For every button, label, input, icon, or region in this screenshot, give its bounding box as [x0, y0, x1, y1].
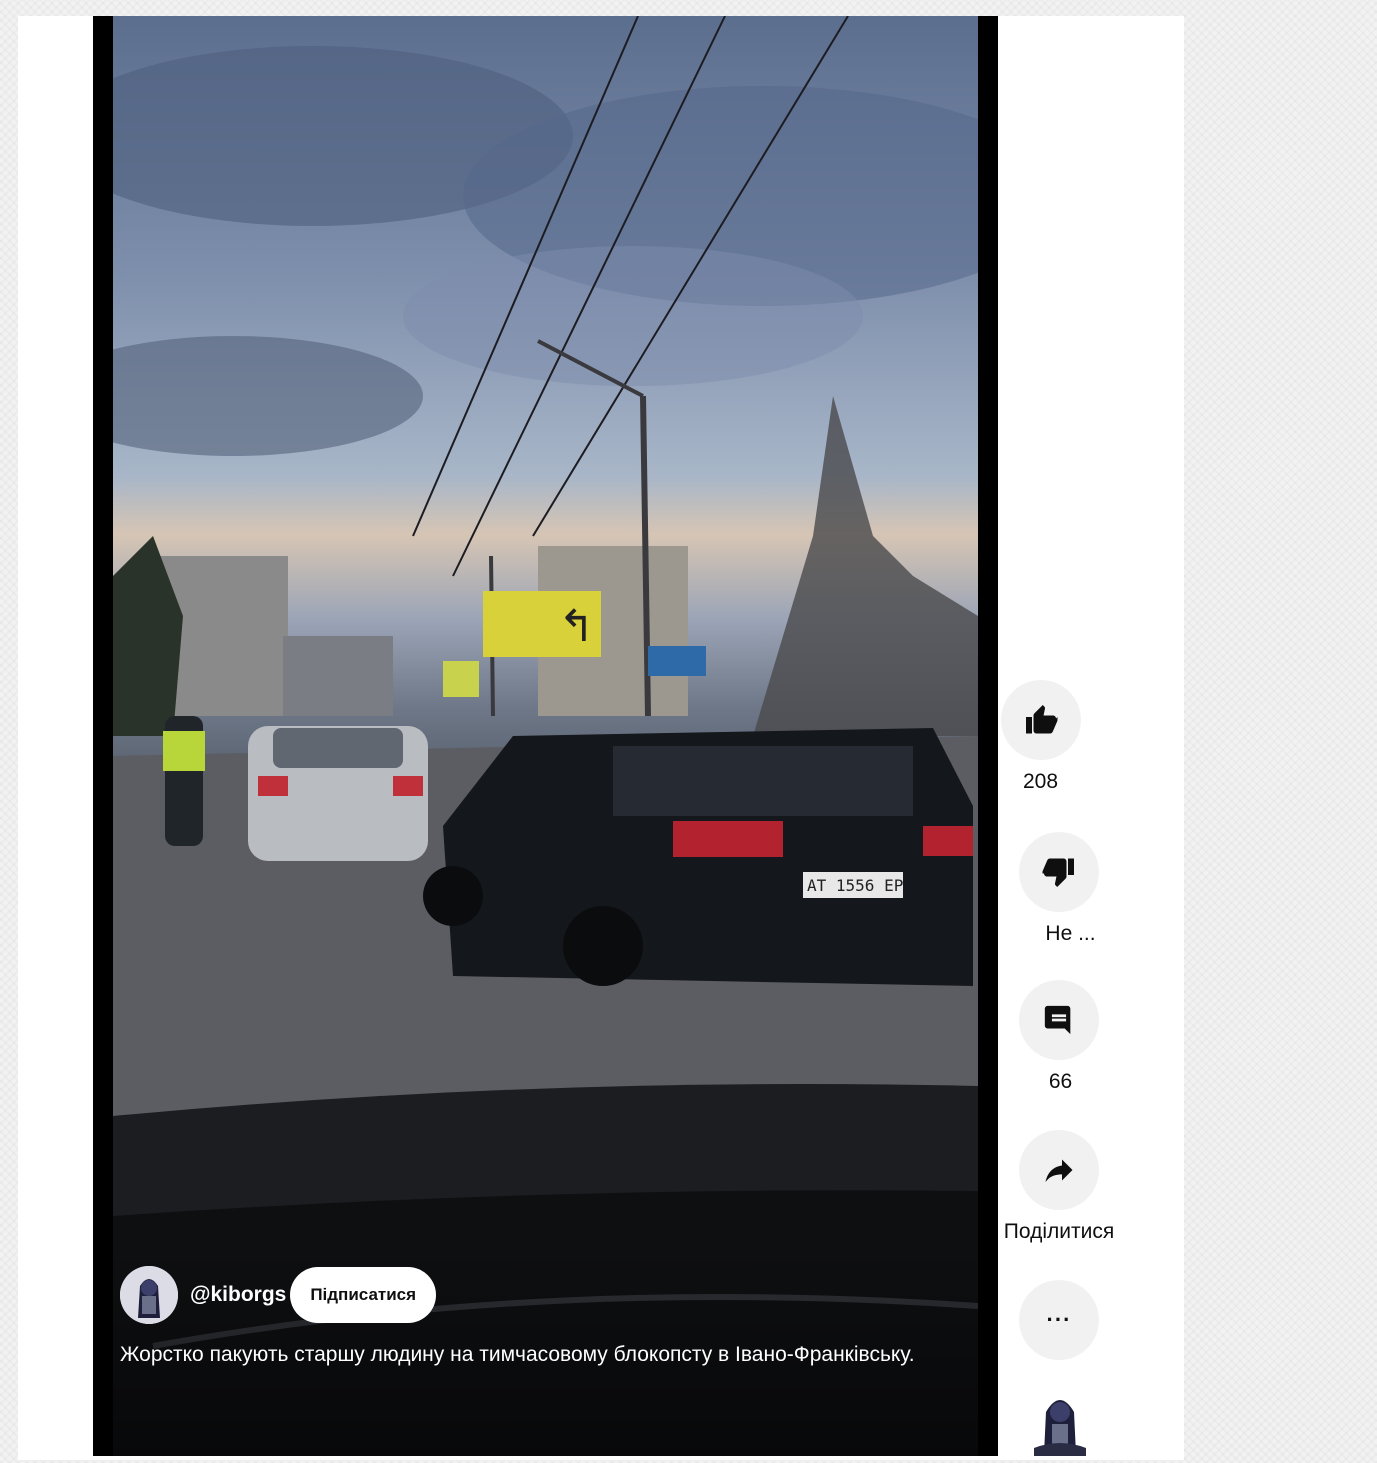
- more-icon: ···: [1046, 1307, 1072, 1332]
- dislike-button[interactable]: [1019, 832, 1099, 912]
- comment-count: 66: [1048, 1070, 1073, 1093]
- like-button[interactable]: [1001, 680, 1081, 760]
- thumbs-down-icon: [1042, 858, 1074, 887]
- share-icon: [1045, 1159, 1073, 1182]
- thumbs-up-icon: [1026, 705, 1058, 734]
- like-action: 208: [998, 680, 1123, 794]
- video-caption: Жорстко пакують старшу людину на тимчасо…: [120, 1343, 915, 1366]
- channel-avatar[interactable]: [120, 1266, 178, 1324]
- video-frame[interactable]: ↰ AT 1556 EP: [113, 16, 978, 1456]
- comment-action: 66: [998, 980, 1123, 1094]
- like-count: 208: [1022, 770, 1059, 793]
- share-action: Поділитися: [998, 1130, 1123, 1244]
- share-button[interactable]: [1019, 1130, 1099, 1210]
- channel-handle[interactable]: @kiborgs: [190, 1283, 286, 1307]
- sound-avatar-image: [1034, 1400, 1086, 1456]
- more-action: ···: [998, 1280, 1123, 1360]
- channel-row: @kiborgs Підписатися: [120, 1264, 437, 1326]
- dislike-label: Не ...: [1045, 922, 1096, 945]
- subscribe-button[interactable]: Підписатися: [290, 1267, 437, 1323]
- dislike-action: Не ...: [998, 832, 1123, 946]
- comment-icon: [1044, 1005, 1071, 1035]
- video-scene: ↰ AT 1556 EP: [113, 16, 978, 1456]
- more-button[interactable]: ···: [1019, 1280, 1099, 1360]
- share-label: Поділитися: [1003, 1220, 1115, 1243]
- billboard-arrow: ↰: [558, 601, 595, 652]
- avatar-image: [120, 1266, 178, 1324]
- license-plate: AT 1556 EP: [807, 876, 903, 895]
- video-player[interactable]: ↰ AT 1556 EP @kiborgs Підписатися Жорстк…: [93, 16, 998, 1456]
- comment-button[interactable]: [1019, 980, 1099, 1060]
- sound-avatar[interactable]: [1030, 1388, 1090, 1456]
